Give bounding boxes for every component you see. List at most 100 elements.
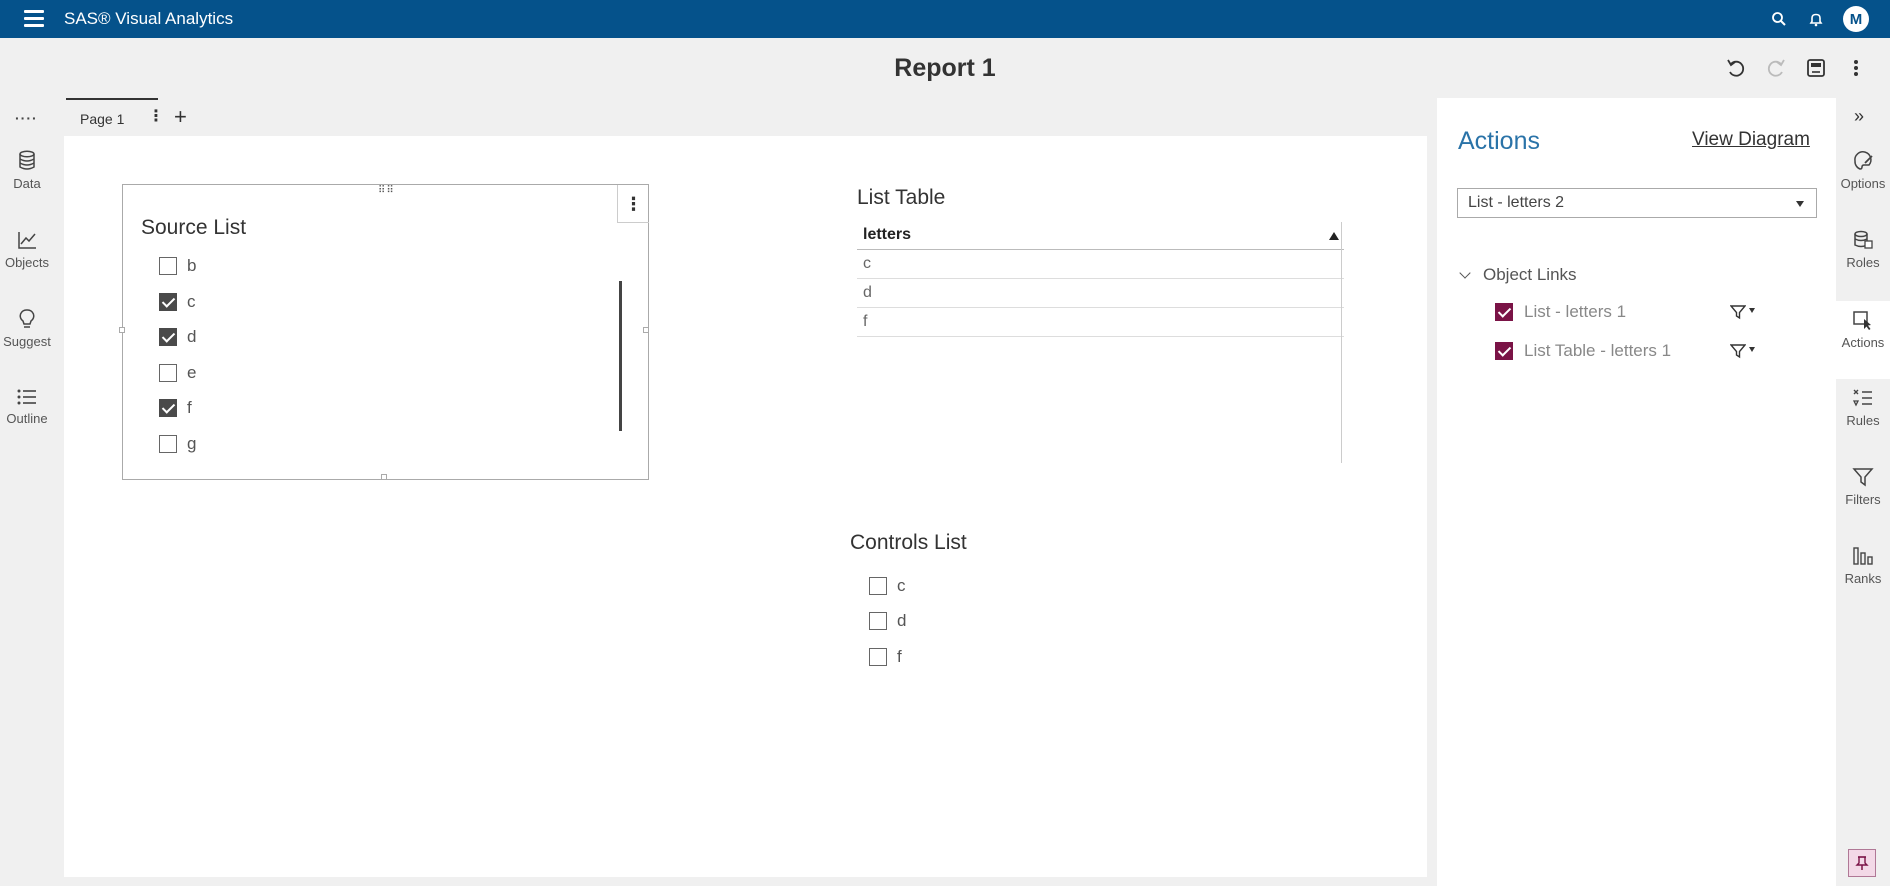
checkbox[interactable] (159, 257, 177, 275)
table-cell: d (863, 284, 872, 301)
sort-ascending-icon[interactable] (1329, 232, 1339, 240)
list-item-label: d (187, 327, 197, 346)
pin-icon[interactable] (1848, 849, 1876, 877)
list-item-label: f (897, 647, 902, 666)
list-item[interactable]: c (869, 575, 906, 597)
view-diagram-link[interactable]: View Diagram (1692, 129, 1810, 151)
tab-page-1[interactable]: Page 1 (66, 98, 158, 136)
rail-label-suggest: Suggest (3, 334, 51, 349)
list-item[interactable]: f (159, 397, 192, 419)
rail-rules-button[interactable]: Rules (1836, 387, 1890, 457)
object-link-item[interactable]: List Table - letters 1 (1495, 339, 1671, 363)
list-item[interactable]: e (159, 362, 196, 384)
more-options-icon[interactable] (1844, 56, 1868, 80)
paint-brush-icon (1854, 151, 1873, 170)
filter-dropdown[interactable] (1730, 301, 1764, 323)
rail-roles-button[interactable]: Roles (1836, 229, 1890, 299)
list-table-title: List Table (857, 186, 946, 209)
page-options-icon[interactable]: ⋮ (148, 106, 164, 126)
checkbox[interactable] (869, 612, 887, 630)
chevron-down-icon (1796, 201, 1804, 207)
collapse-right-icon[interactable]: » (1854, 106, 1864, 127)
source-list-title: Source List (141, 216, 247, 239)
list-item[interactable]: f (869, 646, 902, 668)
search-icon[interactable] (1769, 9, 1789, 29)
caret-down-icon (1749, 307, 1755, 313)
checkbox[interactable] (869, 577, 887, 595)
rail-objects-button[interactable]: Objects (0, 229, 54, 293)
checkbox[interactable] (159, 435, 177, 453)
column-header-letters[interactable]: letters (863, 226, 911, 244)
filter-icon (1852, 468, 1874, 487)
caret-down-icon (1749, 346, 1755, 352)
checkbox[interactable] (159, 399, 177, 417)
table-header[interactable]: letters (857, 222, 1344, 250)
tab-label: Page 1 (80, 111, 125, 127)
object-link-item[interactable]: List - letters 1 (1495, 300, 1626, 324)
save-icon[interactable] (1804, 56, 1828, 80)
rail-actions-button[interactable]: Actions (1836, 301, 1890, 379)
chevron-down-icon[interactable] (1459, 267, 1471, 279)
resize-handle-right[interactable] (643, 327, 649, 333)
checkbox[interactable] (869, 648, 887, 666)
rail-outline-button[interactable]: Outline (0, 387, 54, 451)
scrollbar[interactable] (619, 281, 622, 431)
checkbox[interactable] (159, 328, 177, 346)
table-row[interactable]: c (857, 250, 1344, 279)
rail-ranks-button[interactable]: Ranks (1836, 545, 1890, 615)
report-title: Report 1 (894, 54, 996, 82)
checkbox[interactable] (159, 293, 177, 311)
undo-icon[interactable] (1724, 56, 1748, 80)
bell-icon[interactable] (1806, 9, 1826, 29)
list-item[interactable]: g (159, 433, 196, 455)
list-item[interactable]: d (869, 610, 906, 632)
checkbox[interactable] (1495, 342, 1513, 360)
rail-label-outline: Outline (6, 411, 48, 426)
report-canvas[interactable]: ⠿⠿ ⋮ Source List b c d e f g List Table … (64, 136, 1427, 877)
rail-filters-button[interactable]: Filters (1836, 466, 1890, 536)
list-table[interactable]: letters c d f (857, 222, 1344, 337)
filter-icon (1730, 305, 1746, 320)
checkbox[interactable] (159, 364, 177, 382)
rail-label-options: Options (1840, 176, 1886, 191)
controls-list-title: Controls List (850, 531, 967, 554)
add-page-button[interactable]: + (174, 104, 187, 130)
drag-handle-icon[interactable]: ⠿⠿ (378, 185, 395, 196)
rail-label-data: Data (13, 176, 41, 191)
filter-dropdown[interactable] (1730, 340, 1764, 362)
resize-handle-left[interactable] (119, 327, 125, 333)
list-item[interactable]: d (159, 326, 196, 348)
list-icon (17, 389, 36, 405)
table-row[interactable]: f (857, 308, 1344, 337)
redo-icon[interactable] (1764, 56, 1788, 80)
rail-options-button[interactable]: Options (1836, 150, 1890, 220)
rail-data-button[interactable]: Data (0, 150, 54, 214)
roles-icon (1854, 230, 1873, 249)
filter-icon (1730, 344, 1746, 359)
rules-icon (1852, 389, 1872, 407)
source-list-object[interactable]: ⠿⠿ ⋮ Source List b c d e f g (119, 184, 649, 480)
table-border (1341, 222, 1342, 463)
more-vertical-icon: ⋮ (624, 193, 643, 214)
table-row[interactable]: d (857, 279, 1344, 308)
checkbox[interactable] (1495, 303, 1513, 321)
menu-icon[interactable] (24, 10, 44, 27)
ranks-icon (1853, 547, 1873, 565)
rail-suggest-button[interactable]: Suggest (0, 308, 54, 372)
list-item[interactable]: c (159, 291, 196, 313)
collapse-left-icon[interactable]: ···· (15, 110, 38, 126)
database-icon (19, 150, 35, 170)
list-item[interactable]: b (159, 255, 196, 277)
list-item-label: d (897, 611, 907, 630)
rail-label-objects: Objects (4, 255, 50, 270)
object-select[interactable]: List - letters 2 (1457, 188, 1817, 218)
object-links-section[interactable]: Object Links (1459, 264, 1577, 286)
object-menu-button[interactable]: ⋮ (617, 185, 649, 223)
list-item-label: c (897, 576, 906, 595)
report-toolbar: Report 1 (0, 38, 1890, 98)
lightbulb-icon (19, 309, 35, 328)
avatar[interactable]: M (1843, 6, 1869, 32)
resize-handle-bottom[interactable] (381, 474, 387, 480)
page-tabs: Page 1 ⋮ + (54, 98, 1437, 136)
right-panel-rail: » Options Roles Actions Rules Filters Ra… (1836, 98, 1890, 886)
